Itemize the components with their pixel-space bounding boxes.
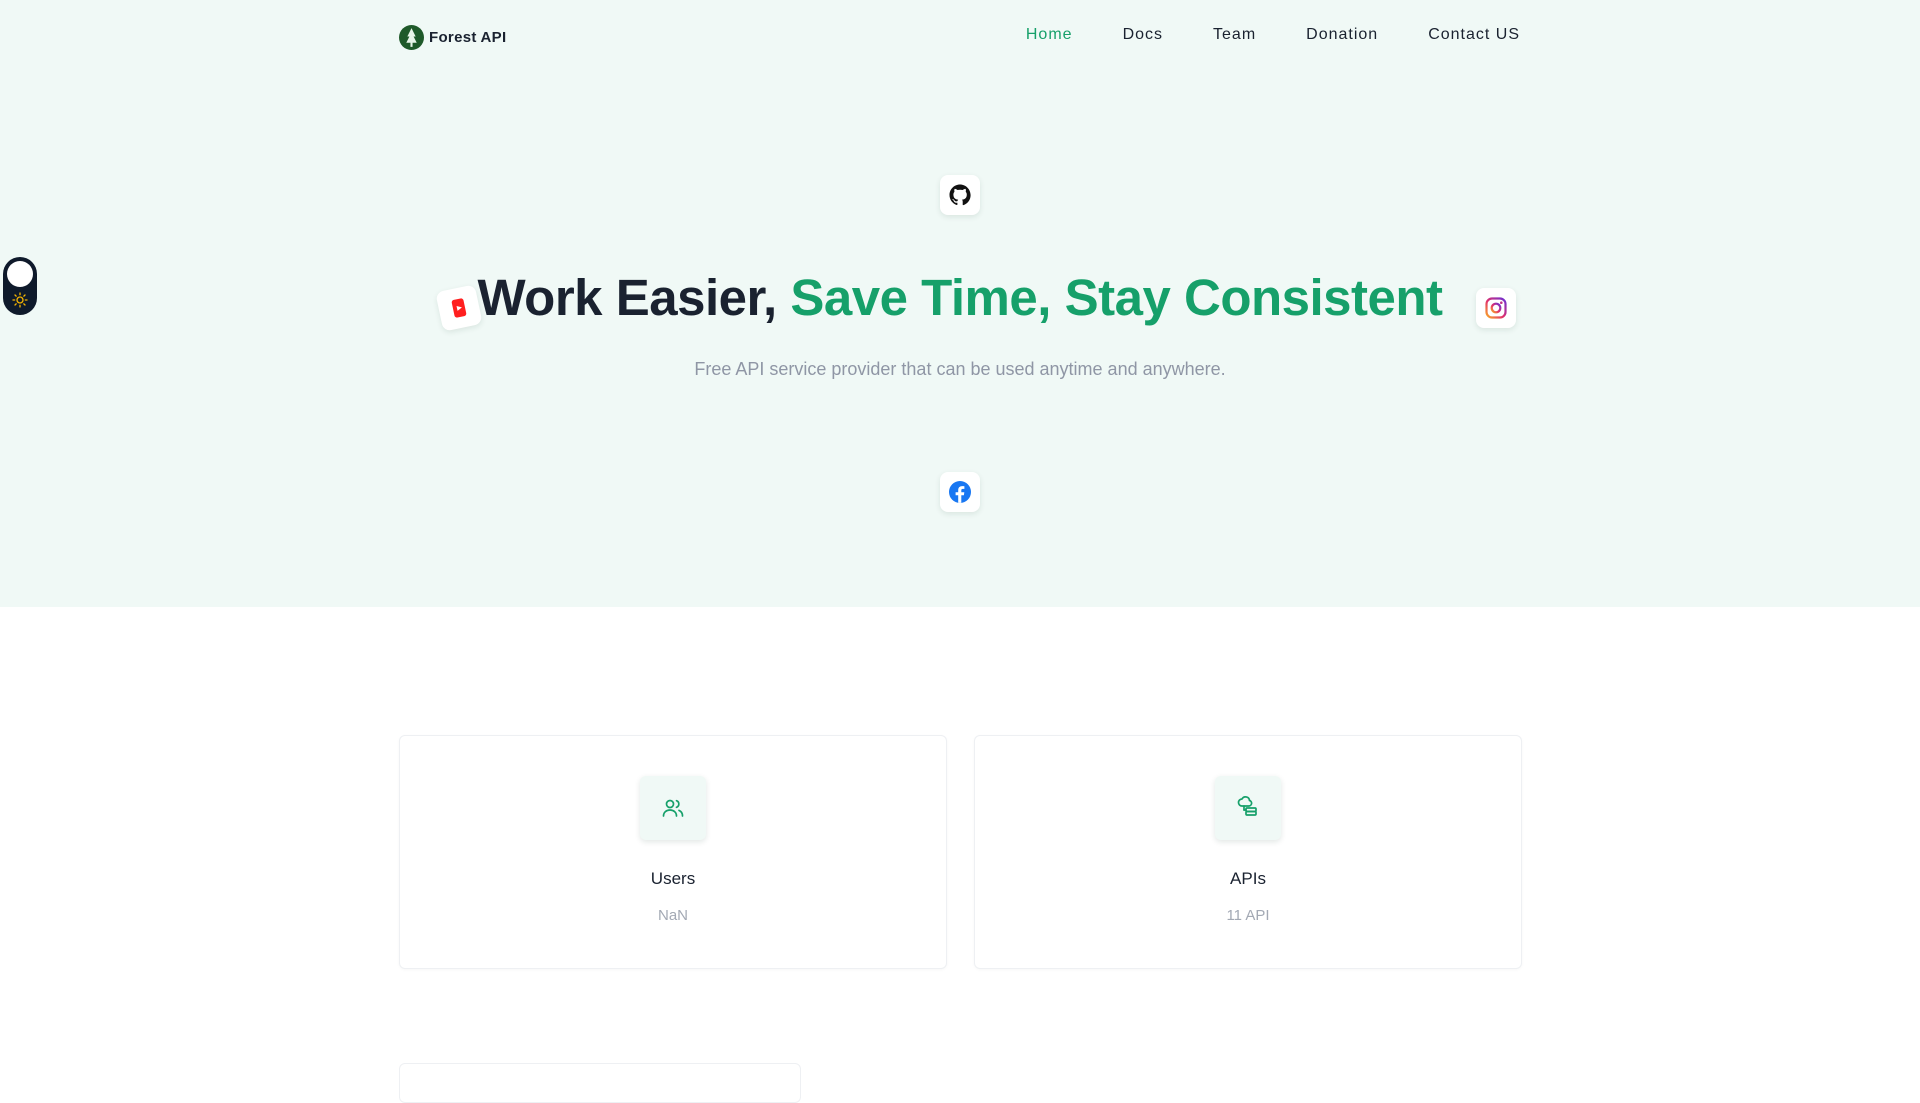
hero-headline: Work Easier, Save Time, Stay Consistent	[0, 268, 1920, 327]
next-card-peek	[399, 1063, 801, 1103]
stat-card-users: Users NaN	[399, 735, 947, 969]
nav-home[interactable]: Home	[1026, 26, 1073, 44]
stat-value: 11 API	[1226, 907, 1270, 924]
api-icon	[1237, 796, 1257, 816]
tree-logo-icon	[399, 25, 424, 50]
hero-subtitle: Free API service provider that can be us…	[694, 359, 1226, 379]
brand-name: Forest API	[429, 29, 507, 46]
stat-title: APIs	[1230, 869, 1266, 888]
facebook-icon	[949, 481, 971, 503]
nav-donation[interactable]: Donation	[1306, 26, 1378, 44]
stat-title: Users	[650, 869, 696, 888]
nav-team[interactable]: Team	[1213, 26, 1256, 44]
nav-docs[interactable]: Docs	[1123, 26, 1163, 44]
stat-value: NaN	[657, 907, 688, 924]
github-link[interactable]	[940, 175, 980, 215]
stat-icon-tile	[1215, 776, 1281, 840]
stat-card-apis: APIs 11 API	[974, 735, 1522, 969]
headline-accent: Save Time, Stay Consistent	[790, 269, 1443, 326]
github-icon	[949, 184, 971, 206]
users-icon	[662, 799, 684, 817]
stat-icon-tile	[640, 776, 706, 840]
facebook-link[interactable]	[940, 472, 980, 512]
hero-section: Forest API Home Docs Team Donation Conta…	[0, 0, 1920, 607]
headline-plain: Work Easier,	[477, 269, 791, 326]
brand-logo-link[interactable]: Forest API	[399, 25, 506, 50]
nav-contact-us[interactable]: Contact US	[1428, 26, 1520, 44]
main-nav: Home Docs Team Donation Contact US	[1026, 26, 1520, 44]
